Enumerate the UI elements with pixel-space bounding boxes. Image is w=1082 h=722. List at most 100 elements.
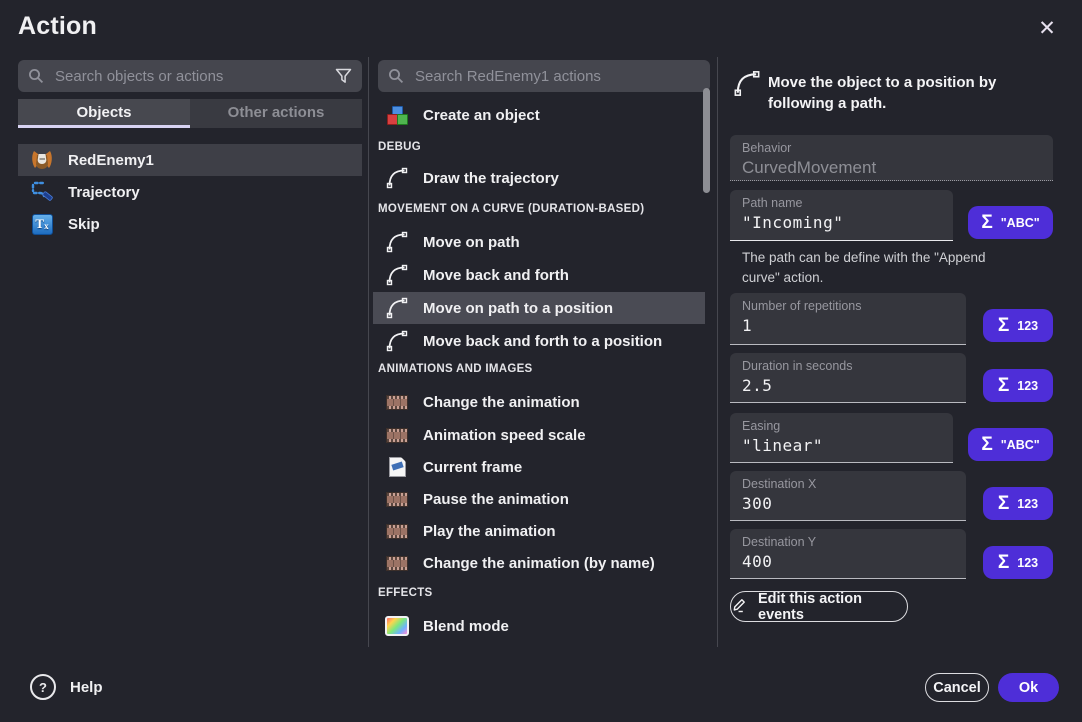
expression-button-destination-x[interactable]: Σ 123 bbox=[983, 487, 1053, 520]
film-strip-icon bbox=[385, 428, 409, 443]
destination-y-value[interactable]: 400 bbox=[742, 552, 954, 571]
action-label: Blend mode bbox=[423, 618, 509, 635]
action-label: Play the animation bbox=[423, 523, 556, 540]
expression-button-easing[interactable]: Σ "ABC" bbox=[968, 428, 1053, 461]
section-header: MOVEMENT ON A CURVE (DURATION-BASED) bbox=[378, 203, 644, 215]
object-row-redenemy1[interactable]: RedEnemy1 bbox=[18, 144, 362, 176]
action-label: Move on path to a position bbox=[423, 300, 613, 317]
sigma-icon: Σ bbox=[981, 212, 992, 234]
action-label: Current frame bbox=[423, 459, 522, 476]
destination-y-field[interactable]: Destination Y 400 bbox=[730, 529, 966, 579]
section-header: ANIMATIONS AND IMAGES bbox=[378, 363, 533, 375]
path-name-field[interactable]: Path name "Incoming" bbox=[730, 190, 953, 241]
curve-icon bbox=[385, 297, 409, 319]
action-label: Move back and forth bbox=[423, 267, 569, 284]
action-row-move-on-path-to-position[interactable]: Move on path to a position bbox=[373, 292, 705, 324]
filter-icon[interactable] bbox=[335, 68, 352, 84]
action-row-create-object[interactable]: Create an object bbox=[373, 99, 705, 131]
field-label: Easing bbox=[742, 419, 941, 433]
field-label: Destination X bbox=[742, 477, 954, 491]
curve-icon bbox=[385, 231, 409, 253]
duration-field[interactable]: Duration in seconds 2.5 bbox=[730, 353, 966, 403]
sigma-icon: Σ bbox=[981, 434, 992, 456]
frame-icon bbox=[385, 457, 409, 477]
action-label: Change the animation (by name) bbox=[423, 555, 655, 572]
help-icon: ? bbox=[30, 674, 56, 700]
expression-button-destination-y[interactable]: Σ 123 bbox=[983, 546, 1053, 579]
scrollbar[interactable] bbox=[703, 88, 710, 193]
film-strip-icon bbox=[385, 524, 409, 539]
action-row-move-back-forth-to-position[interactable]: Move back and forth to a position bbox=[373, 325, 705, 357]
field-label: Destination Y bbox=[742, 535, 954, 549]
section-header: EFFECTS bbox=[378, 587, 433, 599]
cubes-icon bbox=[385, 104, 409, 126]
object-label: Trajectory bbox=[68, 184, 140, 201]
objects-search-bar bbox=[18, 60, 362, 92]
edit-action-events-button[interactable]: Edit this action events bbox=[730, 591, 908, 622]
action-label: Animation speed scale bbox=[423, 427, 586, 444]
object-row-trajectory[interactable]: Trajectory bbox=[18, 176, 362, 208]
object-label: RedEnemy1 bbox=[68, 152, 154, 169]
action-row-move-back-forth[interactable]: Move back and forth bbox=[373, 259, 705, 291]
helper-text: The path can be define with the "Append … bbox=[742, 248, 992, 288]
expression-button-repetitions[interactable]: Σ 123 bbox=[983, 309, 1053, 342]
sigma-icon: Σ bbox=[998, 493, 1009, 515]
action-label: Create an object bbox=[423, 107, 540, 124]
repetitions-value[interactable]: 1 bbox=[742, 316, 954, 335]
field-label: Behavior bbox=[742, 141, 1041, 155]
tab-other-actions[interactable]: Other actions bbox=[190, 99, 362, 128]
page-title: Action bbox=[18, 12, 97, 41]
sigma-icon: Σ bbox=[998, 315, 1009, 337]
destination-x-value[interactable]: 300 bbox=[742, 494, 954, 513]
destination-x-field[interactable]: Destination X 300 bbox=[730, 471, 966, 521]
help-button[interactable]: ? Help bbox=[30, 674, 103, 700]
path-name-value[interactable]: "Incoming" bbox=[742, 213, 941, 232]
curve-icon bbox=[385, 330, 409, 352]
panel-divider bbox=[717, 57, 718, 647]
blend-mode-icon bbox=[385, 616, 409, 636]
tab-objects[interactable]: Objects bbox=[18, 99, 190, 128]
search-input[interactable] bbox=[413, 67, 700, 86]
left-tabs: Objects Other actions bbox=[18, 99, 362, 128]
action-row-change-animation[interactable]: Change the animation bbox=[373, 386, 705, 418]
pencil-icon bbox=[731, 596, 748, 617]
action-label: Move on path bbox=[423, 234, 520, 251]
action-description: Move the object to a position by followi… bbox=[768, 72, 1058, 114]
field-label: Path name bbox=[742, 196, 941, 210]
ok-button[interactable]: Ok bbox=[998, 673, 1059, 702]
search-icon bbox=[388, 68, 404, 84]
action-label: Change the animation bbox=[423, 394, 580, 411]
action-dialog: Action ✕ Objects Other actions RedEnemy1 bbox=[0, 0, 1082, 722]
action-label: Draw the trajectory bbox=[423, 170, 559, 187]
expression-button-path-name[interactable]: Σ "ABC" bbox=[968, 206, 1053, 239]
sigma-icon: Σ bbox=[998, 552, 1009, 574]
actions-search-bar bbox=[378, 60, 710, 92]
duration-value[interactable]: 2.5 bbox=[742, 376, 954, 395]
field-label: Number of repetitions bbox=[742, 299, 954, 313]
path-pencil-icon bbox=[30, 180, 54, 204]
action-row-pause-animation[interactable]: Pause the animation bbox=[373, 483, 705, 515]
action-row-blend-mode[interactable]: Blend mode bbox=[373, 610, 705, 642]
action-row-move-on-path[interactable]: Move on path bbox=[373, 226, 705, 258]
film-strip-icon bbox=[385, 395, 409, 410]
expression-button-duration[interactable]: Σ 123 bbox=[983, 369, 1053, 402]
enemy-sprite-icon bbox=[30, 149, 54, 171]
action-row-change-animation-by-name[interactable]: Change the animation (by name) bbox=[373, 547, 705, 579]
object-row-skip[interactable]: Tx Skip bbox=[18, 208, 362, 240]
search-input[interactable] bbox=[53, 67, 326, 86]
action-row-animation-speed-scale[interactable]: Animation speed scale bbox=[373, 419, 705, 451]
action-row-current-frame[interactable]: Current frame bbox=[373, 451, 705, 483]
action-row-draw-trajectory[interactable]: Draw the trajectory bbox=[373, 162, 705, 194]
film-strip-icon bbox=[385, 492, 409, 507]
cancel-button[interactable]: Cancel bbox=[925, 673, 989, 702]
easing-field[interactable]: Easing "linear" bbox=[730, 413, 953, 463]
field-label: Duration in seconds bbox=[742, 359, 954, 373]
object-label: Skip bbox=[68, 216, 100, 233]
curve-icon bbox=[385, 264, 409, 286]
action-row-play-animation[interactable]: Play the animation bbox=[373, 515, 705, 547]
panel-divider bbox=[368, 57, 369, 647]
repetitions-field[interactable]: Number of repetitions 1 bbox=[730, 293, 966, 345]
behavior-field: Behavior CurvedMovement bbox=[730, 135, 1053, 181]
easing-value[interactable]: "linear" bbox=[742, 436, 941, 455]
close-icon[interactable]: ✕ bbox=[1033, 14, 1061, 42]
